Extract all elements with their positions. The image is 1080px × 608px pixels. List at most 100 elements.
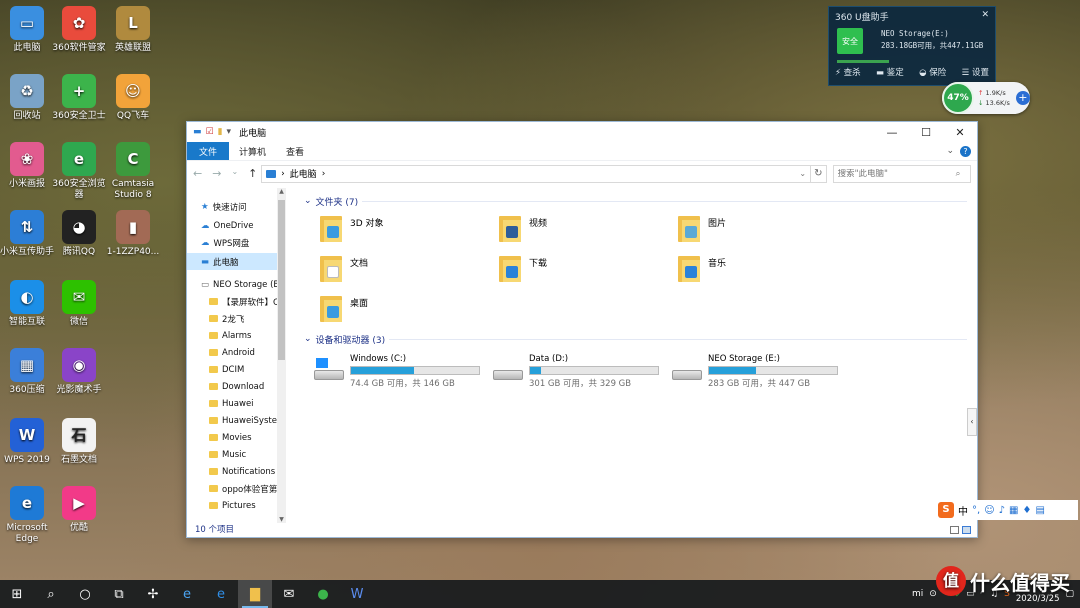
desktop-icon[interactable]: e Microsoft Edge: [0, 486, 56, 545]
desktop-icon[interactable]: ▦ 360压缩: [0, 348, 56, 396]
tab-computer[interactable]: 计算机: [229, 142, 276, 160]
sidebar-item[interactable]: ▬ 此电脑: [187, 253, 286, 270]
desktop-icon[interactable]: L 英雄联盟: [104, 6, 162, 54]
details-view-icon[interactable]: [950, 526, 959, 534]
desktop-icon[interactable]: ◐ 智能互联: [0, 280, 56, 328]
desktop-icon[interactable]: ✿ 360软件管家: [50, 6, 108, 54]
sidebar-item[interactable]: ★ 快速访问: [187, 198, 286, 215]
desktop-icon[interactable]: ◉ 光影魔术手: [50, 348, 108, 396]
drive-item[interactable]: Windows (C:) 74.4 GB 可用，共 146 GB: [314, 354, 493, 389]
punctuation-icon[interactable]: °,: [972, 505, 980, 516]
sidebar-item[interactable]: HuaweiSystem: [187, 412, 286, 429]
desktop-icon[interactable]: C Camtasia Studio 8: [104, 142, 162, 201]
search-box[interactable]: ⌕: [832, 164, 971, 183]
tab-file[interactable]: 文件: [187, 142, 230, 160]
help-icon[interactable]: ?: [960, 145, 971, 157]
verify-button[interactable]: ▬ 鉴定: [876, 66, 904, 78]
folder-item[interactable]: 图片: [676, 214, 855, 246]
skin-icon[interactable]: ♦: [1022, 505, 1031, 516]
chevron-down-icon[interactable]: ⌄: [799, 169, 806, 178]
chevron-down-icon[interactable]: ⌄: [304, 196, 312, 206]
back-arrow-icon[interactable]: ←: [193, 167, 202, 180]
drives-group-header[interactable]: ⌄ 设备和驱动器 (3): [304, 332, 977, 346]
desktop-icon[interactable]: e 360安全浏览器: [50, 142, 108, 201]
desktop-icon[interactable]: ✉ 微信: [50, 280, 108, 328]
sogou-logo-icon[interactable]: S: [938, 502, 954, 518]
desktop-icon[interactable]: W WPS 2019: [0, 418, 56, 466]
mail-icon[interactable]: ✉: [272, 580, 306, 608]
sidebar-item[interactable]: Android: [187, 344, 286, 361]
sidebar-item[interactable]: Music: [187, 446, 286, 463]
sidebar-item[interactable]: Pictures: [187, 497, 286, 514]
sidebar-item[interactable]: ▭ NEO Storage (E:): [187, 276, 286, 293]
360-browser-icon[interactable]: ●: [306, 580, 340, 608]
maximize-icon[interactable]: ☐: [909, 126, 943, 139]
folder-item[interactable]: 下载: [497, 254, 676, 286]
folder-item[interactable]: 视频: [497, 214, 676, 246]
sidebar-item[interactable]: Huawei: [187, 395, 286, 412]
start-button[interactable]: ⊞: [0, 580, 34, 608]
details-pane-toggle[interactable]: ‹: [967, 408, 977, 436]
folder-item[interactable]: 文档: [318, 254, 497, 286]
desktop-icon[interactable]: 石石墨文档: [50, 418, 108, 466]
emoji-icon[interactable]: ☺: [984, 505, 994, 516]
desktop-icon[interactable]: ▶ 优酷: [50, 486, 108, 534]
microphone-icon[interactable]: ♪: [999, 505, 1005, 516]
accelerate-icon[interactable]: +: [1015, 91, 1030, 105]
desktop-icon[interactable]: ▮ 1-1ZZP40...: [104, 210, 162, 258]
wps-icon[interactable]: W: [340, 580, 374, 608]
fan-app-icon[interactable]: ✢: [136, 580, 170, 608]
close-icon[interactable]: ✕: [981, 10, 989, 23]
desktop-icon[interactable]: ♻ 回收站: [0, 74, 56, 122]
sidebar-scrollbar[interactable]: ▲ ▼: [277, 188, 286, 523]
close-icon[interactable]: ✕: [943, 126, 977, 139]
safe-box-button[interactable]: ◒ 保险: [919, 66, 946, 78]
expand-ribbon-icon[interactable]: ⌄: [946, 146, 954, 156]
new-folder-icon[interactable]: ▮: [218, 127, 223, 137]
settings-button[interactable]: ☰ 设置: [962, 66, 989, 78]
drive-item[interactable]: NEO Storage (E:) 283 GB 可用，共 447 GB: [672, 354, 851, 389]
minimize-icon[interactable]: —: [875, 126, 909, 139]
edge-browser-icon[interactable]: e: [204, 580, 238, 608]
ime-language[interactable]: 中: [958, 503, 968, 518]
scroll-down-icon[interactable]: ▼: [277, 516, 286, 523]
scroll-thumb[interactable]: [278, 200, 285, 360]
desktop-icon[interactable]: ❀ 小米画报: [0, 142, 56, 190]
desktop-icon[interactable]: ☺ QQ飞车: [104, 74, 162, 122]
recent-dropdown-icon[interactable]: ⌄: [231, 167, 238, 180]
sidebar-item[interactable]: DCIM: [187, 361, 286, 378]
drive-item[interactable]: Data (D:) 301 GB 可用，共 329 GB: [493, 354, 672, 389]
ie-browser-icon[interactable]: e: [170, 580, 204, 608]
usb-helper-widget[interactable]: 360 U盘助手 ✕ 安全 NEO Storage(E:) 283.18GB可用…: [828, 6, 996, 86]
folder-item[interactable]: 3D 对象: [318, 214, 497, 246]
mi-icon[interactable]: mi: [912, 589, 923, 599]
up-arrow-icon[interactable]: ↑: [248, 167, 257, 180]
folders-group-header[interactable]: ⌄ 文件夹 (7): [304, 194, 977, 208]
folder-item[interactable]: 音乐: [676, 254, 855, 286]
desktop-icon[interactable]: ◕ 腾讯QQ: [50, 210, 108, 258]
forward-arrow-icon[interactable]: →: [212, 167, 221, 180]
sidebar-item[interactable]: Notifications: [187, 463, 286, 480]
tab-view[interactable]: 查看: [276, 142, 314, 160]
desktop-icon[interactable]: ▭ 此电脑: [0, 6, 56, 54]
properties-icon[interactable]: ☑: [206, 127, 214, 137]
sidebar-item[interactable]: 2龙飞: [187, 310, 286, 327]
scan-button[interactable]: ⚡ 查杀: [835, 66, 861, 78]
keyboard-icon[interactable]: ▦: [1009, 505, 1018, 516]
file-explorer-icon[interactable]: ▇: [238, 580, 272, 608]
refresh-icon[interactable]: ↻: [811, 164, 827, 183]
customize-toolbar-icon[interactable]: ▾: [227, 127, 232, 137]
sidebar-item[interactable]: ☁ WPS网盘: [187, 234, 286, 251]
sidebar-item[interactable]: oppo体验官第二: [187, 480, 286, 497]
sidebar-item[interactable]: Download: [187, 378, 286, 395]
breadcrumb-this-pc[interactable]: 此电脑: [290, 167, 317, 180]
search-input[interactable]: [837, 168, 956, 179]
network-speed-ball[interactable]: 47% ↑ 1.9K/s ↓ 13.6K/s +: [942, 82, 1030, 114]
scroll-up-icon[interactable]: ▲: [277, 188, 286, 195]
folder-item[interactable]: 桌面: [318, 294, 497, 326]
address-bar[interactable]: › 此电脑 › ⌄: [261, 164, 812, 183]
sidebar-item[interactable]: Movies: [187, 429, 286, 446]
sidebar-item[interactable]: ☁ OneDrive: [187, 217, 286, 234]
desktop-icon[interactable]: +360安全卫士: [50, 74, 108, 122]
task-view-icon[interactable]: ⧉: [102, 580, 136, 608]
